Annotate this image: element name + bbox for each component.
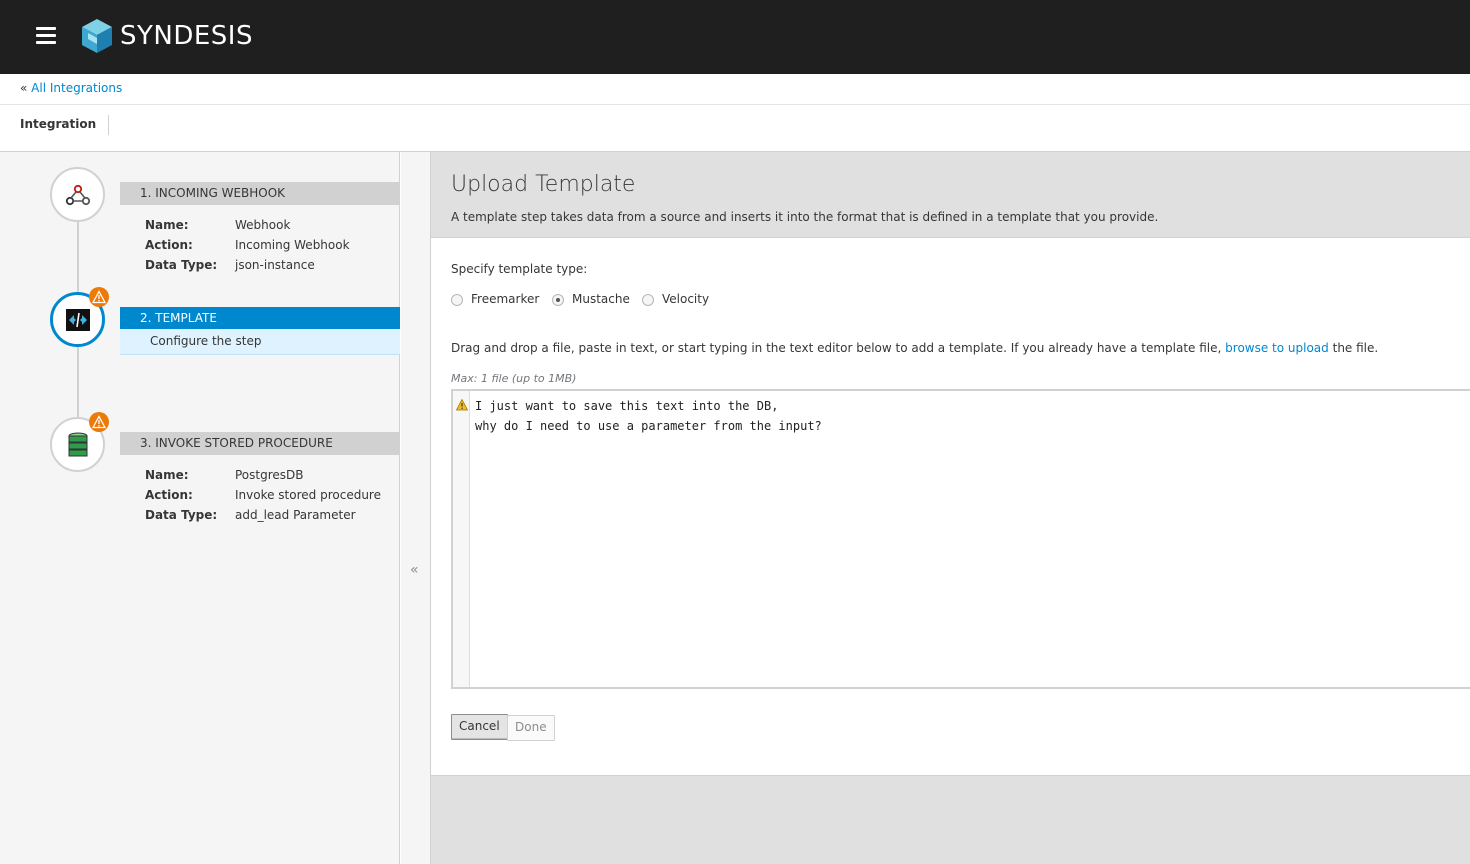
step-2-heading[interactable]: 2. TEMPLATE [120, 307, 400, 330]
warning-icon [92, 290, 106, 304]
radio-label: Freemarker [471, 292, 540, 306]
header-divider [108, 115, 109, 135]
step-1-heading[interactable]: 1. INCOMING WEBHOOK [120, 182, 400, 205]
detail-value: json-instance [235, 258, 315, 272]
max-file-hint: Max: 1 file (up to 1MB) [451, 372, 577, 385]
radio-dot-selected[interactable] [552, 294, 564, 306]
all-integrations-link[interactable]: All Integrations [31, 81, 122, 95]
collapse-sidebar-button[interactable]: « [410, 562, 419, 578]
page-title: Upload Template [451, 172, 636, 197]
detail-key: Action: [145, 238, 193, 252]
upload-instructions: Drag and drop a file, paste in text, or … [451, 341, 1378, 355]
cancel-button[interactable]: Cancel [451, 714, 508, 740]
browse-to-upload-link[interactable]: browse to upload [1225, 341, 1329, 355]
main-header: Upload Template A template step takes da… [431, 152, 1470, 238]
detail-key: Action: [145, 488, 193, 502]
step-1-circle[interactable] [50, 167, 105, 222]
detail-value: Invoke stored procedure [235, 488, 381, 502]
brand-name[interactable]: SYNDESIS [120, 21, 253, 51]
top-navbar: SYNDESIS [0, 0, 1470, 74]
warning-icon [92, 415, 106, 429]
editor-content[interactable]: I just want to save this text into the D… [475, 396, 822, 436]
detail-value: PostgresDB [235, 468, 304, 482]
sidebar-collapse-strip: « [401, 152, 431, 864]
detail-key: Name: [145, 468, 189, 482]
main-panel: Upload Template A template step takes da… [431, 152, 1470, 864]
done-button[interactable]: Done [507, 715, 555, 741]
syndesis-logo-icon[interactable] [82, 19, 112, 53]
detail-key: Data Type: [145, 508, 218, 522]
breadcrumb-prefix: « [20, 81, 28, 95]
steps-sidebar: 1. INCOMING WEBHOOK Name: Webhook Action… [0, 152, 400, 864]
step-2-warning-badge [89, 287, 109, 307]
upload-instructions-text: Drag and drop a file, paste in text, or … [451, 341, 1222, 355]
editor-gutter [453, 391, 470, 687]
webhook-icon [65, 184, 90, 205]
template-icon [65, 308, 90, 331]
upload-instructions-tail: the file. [1332, 341, 1379, 355]
integration-title: Integration [20, 117, 97, 131]
step-3-heading[interactable]: 3. INVOKE STORED PROCEDURE [120, 432, 400, 455]
database-icon [68, 432, 87, 456]
page-description: A template step takes data from a source… [451, 210, 1159, 224]
detail-value: Webhook [235, 218, 291, 232]
integration-header: Integration [0, 105, 1470, 152]
radio-label: Mustache [572, 292, 630, 306]
breadcrumb: « All Integrations [20, 81, 122, 95]
step-3-warning-badge [89, 412, 109, 432]
step-2-subtitle[interactable]: Configure the step [120, 329, 400, 355]
lint-warning-icon[interactable] [456, 399, 468, 411]
radio-dot[interactable] [451, 294, 463, 306]
template-editor[interactable]: I just want to save this text into the D… [451, 389, 1470, 689]
template-form: Specify template type: Freemarker Mustac… [431, 238, 1470, 776]
detail-key: Data Type: [145, 258, 218, 272]
flow-connector [77, 347, 79, 419]
detail-value: add_lead Parameter [235, 508, 356, 522]
detail-key: Name: [145, 218, 189, 232]
breadcrumb-bar: « All Integrations [0, 74, 1470, 105]
hamburger-icon[interactable] [36, 27, 56, 45]
radio-dot[interactable] [642, 294, 654, 306]
flow-connector [77, 222, 79, 294]
template-type-label: Specify template type: [451, 262, 588, 276]
detail-value: Incoming Webhook [235, 238, 350, 252]
radio-label: Velocity [662, 292, 710, 306]
